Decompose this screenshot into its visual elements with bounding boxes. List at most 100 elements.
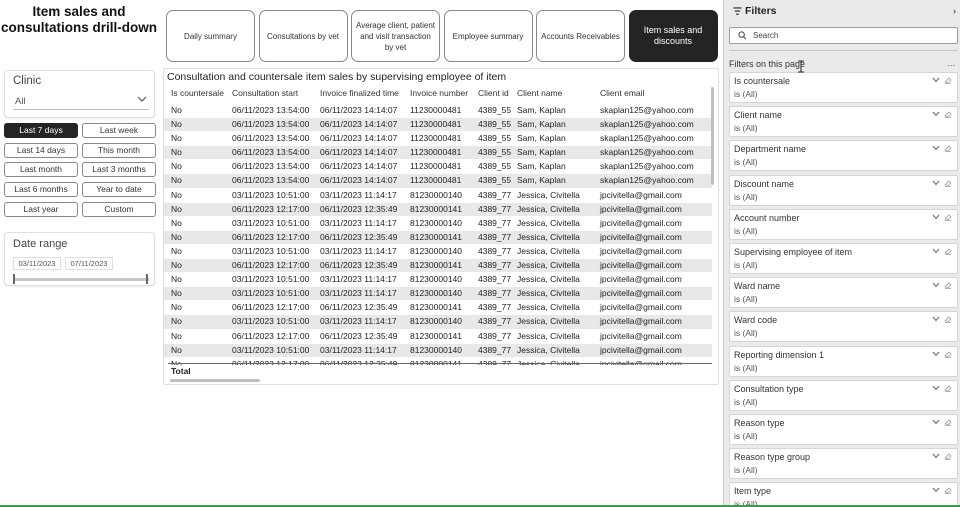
section-more-icon[interactable]: ... — [947, 58, 955, 68]
eraser-icon[interactable] — [944, 452, 952, 461]
filter-card-ward-code[interactable]: Ward code is (All) — [729, 311, 958, 343]
chevron-down-icon[interactable] — [932, 385, 940, 391]
date-button-last-month[interactable]: Last month — [4, 162, 78, 178]
date-button-last-year[interactable]: Last year — [4, 201, 78, 217]
filter-card-item-type[interactable]: Item type is (All) — [729, 482, 958, 507]
chevron-down-icon[interactable] — [932, 214, 940, 220]
eraser-icon[interactable] — [944, 350, 952, 358]
table-cell: 06/11/2023 12:17:00 — [232, 358, 310, 365]
chevron-down-icon[interactable] — [932, 351, 940, 357]
filter-card-consultation-type[interactable]: Consultation type is (All) — [729, 379, 958, 411]
vertical-scrollbar[interactable] — [711, 87, 714, 185]
table-row[interactable]: No 06/11/2023 13:54:00 06/11/2023 14:14:07… — [164, 132, 712, 147]
eraser-icon[interactable] — [944, 281, 952, 290]
chevron-down-icon[interactable] — [932, 180, 940, 186]
table-cell: Jessica, Civitella — [517, 231, 580, 242]
tab-accounts-receivables[interactable]: Accounts Receivables — [536, 10, 625, 62]
table-cell: 4389_77 — [478, 288, 512, 299]
eraser-icon[interactable] — [944, 76, 952, 84]
filter-name: Account number — [734, 212, 800, 223]
table-cell: Jessica, Civitella — [517, 260, 580, 271]
table-row[interactable]: No 03/11/2023 10:51:00 03/11/2023 11:14:17… — [164, 343, 712, 358]
chevron-down-icon[interactable] — [932, 487, 940, 493]
date-button-custom[interactable]: Custom — [82, 201, 156, 217]
filter-value: is (All) — [734, 396, 758, 407]
date-slider-end-handle[interactable] — [146, 274, 148, 284]
table-row[interactable]: No 06/11/2023 12:17:00 06/11/2023 12:35:49… — [164, 259, 712, 274]
filter-name: Client name — [734, 110, 783, 121]
collapse-icon[interactable]: › — [953, 6, 956, 16]
date-button-year-to-date[interactable]: Year to date — [82, 182, 156, 198]
filter-card-discount-name[interactable]: Discount name is (All) — [729, 174, 958, 206]
date-slider-track[interactable] — [13, 278, 149, 281]
column-header[interactable]: Client id — [478, 88, 509, 98]
column-header[interactable]: Invoice finalized time — [320, 88, 399, 98]
filter-card-reason-type[interactable]: Reason type is (All) — [729, 414, 958, 445]
filter-card-ward-name[interactable]: Ward name is (All) — [729, 277, 958, 309]
filter-card-reason-type-group[interactable]: Reason type group is (All) — [729, 448, 958, 480]
tab-consultations-by-vet[interactable]: Consultations by vet — [258, 10, 348, 62]
eraser-icon[interactable] — [944, 247, 952, 255]
chevron-down-icon[interactable] — [932, 145, 940, 151]
table-row[interactable]: No 03/11/2023 10:51:00 03/11/2023 11:14:17… — [164, 315, 712, 330]
tab-item-sales-and-discounts[interactable]: Item sales and discounts — [628, 10, 718, 62]
table-row[interactable]: No 03/11/2023 10:51:00 03/11/2023 11:14:17… — [164, 273, 712, 288]
table-row[interactable]: No 03/11/2023 10:51:00 03/11/2023 11:14:17… — [164, 189, 712, 203]
date-button-last-14-days[interactable]: Last 14 days — [4, 142, 78, 158]
date-range-slicer: Date range 03/11/2023 07/11/2023 — [4, 232, 155, 286]
table-row[interactable]: No 06/11/2023 13:54:00 06/11/2023 14:14:07… — [164, 174, 712, 189]
filter-card-reporting-dimension-1[interactable]: Reporting dimension 1 is (All) — [729, 345, 958, 377]
column-header[interactable]: Is countersale — [171, 88, 224, 98]
chevron-down-icon[interactable] — [932, 282, 940, 288]
chevron-down-icon[interactable] — [932, 248, 940, 254]
filter-card-is-countersale[interactable]: Is countersale is (All) — [729, 72, 958, 103]
date-button-last-6-months[interactable]: Last 6 months — [4, 182, 78, 198]
horizontal-scrollbar[interactable] — [170, 379, 260, 382]
tab-employee-summary[interactable]: Employee summary — [443, 10, 533, 62]
column-header[interactable]: Client name — [517, 88, 562, 98]
date-slider-start-handle[interactable] — [13, 274, 15, 284]
date-button-last-week[interactable]: Last week — [82, 123, 156, 138]
table-row[interactable]: No 06/11/2023 13:54:00 06/11/2023 14:14:07… — [164, 160, 712, 175]
column-header[interactable]: Client email — [600, 88, 644, 98]
date-button-this-month[interactable]: This month — [82, 142, 156, 158]
column-header[interactable]: Consultation start — [232, 88, 298, 98]
chevron-down-icon[interactable] — [932, 453, 940, 459]
filter-card-client-name[interactable]: Client name is (All) — [729, 106, 958, 138]
table-row[interactable]: No 03/11/2023 10:51:00 03/11/2023 11:14:17… — [164, 287, 712, 302]
table-row[interactable]: No 06/11/2023 12:17:00 06/11/2023 12:35:49… — [164, 330, 712, 344]
column-header[interactable]: Invoice number — [410, 88, 468, 98]
filters-search-input[interactable]: Search — [729, 27, 958, 44]
eraser-icon[interactable] — [944, 486, 952, 495]
eraser-icon[interactable] — [944, 179, 952, 187]
table-row[interactable]: No 06/11/2023 13:54:00 06/11/2023 14:14:07… — [164, 118, 712, 133]
table-row[interactable]: No 06/11/2023 12:17:00 06/11/2023 12:35:49… — [164, 301, 712, 316]
date-button-last-7-days[interactable]: Last 7 days — [4, 123, 78, 138]
tab-average-client-patient-and-visit-transaction-by-vet[interactable]: Average client, patient and visit transa… — [351, 10, 440, 62]
date-start-input[interactable]: 03/11/2023 — [13, 257, 61, 270]
table-row[interactable]: No 03/11/2023 10:51:00 03/11/2023 11:14:17… — [164, 217, 712, 231]
date-end-input[interactable]: 07/11/2023 — [65, 257, 113, 270]
eraser-icon[interactable] — [944, 110, 952, 119]
chevron-down-icon[interactable] — [932, 111, 940, 117]
eraser-icon[interactable] — [944, 418, 952, 426]
filter-card-supervising-employee-of-item[interactable]: Supervising employee of item is (All) — [729, 243, 958, 274]
table-row[interactable]: No 03/11/2023 10:51:00 03/11/2023 11:14:17… — [164, 245, 712, 260]
chevron-down-icon[interactable] — [932, 419, 940, 425]
chevron-down-icon[interactable] — [932, 316, 940, 322]
date-button-last-3-months[interactable]: Last 3 months — [82, 162, 156, 178]
table-row[interactable]: No 06/11/2023 13:54:00 06/11/2023 14:14:07… — [164, 146, 712, 161]
chevron-down-icon[interactable] — [932, 77, 940, 83]
table-row[interactable]: No 06/11/2023 12:17:00 06/11/2023 12:35:49… — [164, 202, 712, 217]
filter-card-department-name[interactable]: Department name is (All) — [729, 140, 958, 172]
eraser-icon[interactable] — [944, 213, 952, 221]
clinic-dropdown[interactable]: All — [13, 93, 149, 110]
filter-card-account-number[interactable]: Account number is (All) — [729, 208, 958, 240]
filter-value: is (All) — [734, 431, 758, 441]
eraser-icon[interactable] — [944, 384, 952, 392]
table-row[interactable]: No 06/11/2023 13:54:00 06/11/2023 14:14:07… — [164, 104, 712, 119]
eraser-icon[interactable] — [944, 315, 952, 324]
table-row[interactable]: No 06/11/2023 12:17:00 06/11/2023 12:35:49… — [164, 230, 712, 245]
eraser-icon[interactable] — [944, 144, 952, 153]
tab-daily-summary[interactable]: Daily summary — [166, 10, 255, 62]
